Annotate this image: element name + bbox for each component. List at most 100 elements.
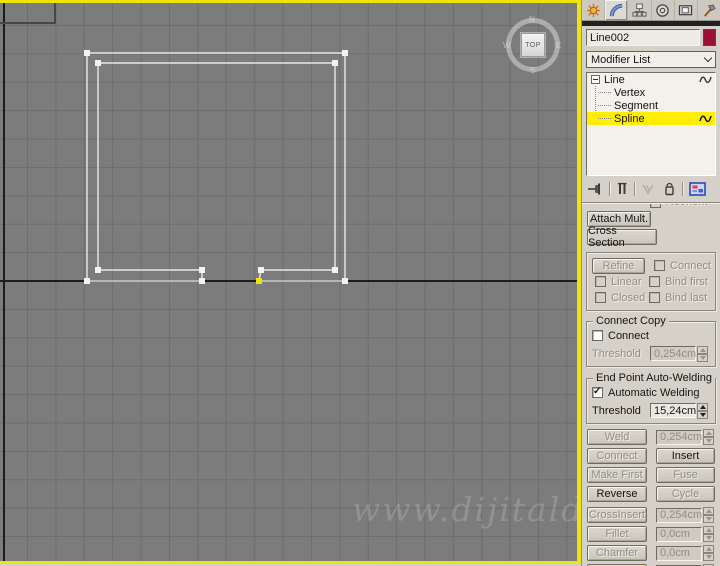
toolbar-separator: [634, 182, 635, 196]
geometry-rollout: Reorient Attach Mult. Cross Section Refi…: [582, 204, 720, 566]
tab-modify[interactable]: [604, 0, 628, 20]
stack-item-vertex[interactable]: Vertex: [587, 86, 715, 99]
vertex-marker[interactable]: [342, 50, 348, 56]
vertex-marker[interactable]: [95, 60, 101, 66]
vertex-marker[interactable]: [342, 278, 348, 284]
tree-stub: [598, 105, 611, 106]
spinner[interactable]: [703, 507, 714, 523]
end-point-auto-welding-group: End Point Auto-Welding Automatic Welding…: [586, 372, 716, 424]
refine-group: Refine Connect Linear Bind first Closed: [586, 252, 716, 311]
command-panel: Line002 Modifier List Line Vertex Segmen…: [581, 0, 720, 566]
stack-item-label: Spline: [614, 112, 645, 125]
tree-stub: [598, 92, 611, 93]
chamfer-button[interactable]: Chamfer: [587, 545, 647, 561]
connect-button[interactable]: Connect: [587, 448, 647, 464]
insert-button[interactable]: Insert: [656, 448, 715, 464]
fuse-button[interactable]: Fuse: [656, 467, 715, 483]
vertex-marker[interactable]: [199, 278, 205, 284]
spinner[interactable]: [703, 526, 714, 542]
cross-section-button[interactable]: Cross Section: [587, 225, 657, 249]
pin-stack-icon[interactable]: [587, 182, 603, 196]
bind-last-label: Bind last: [665, 291, 708, 304]
connect-threshold-field[interactable]: 0,254cm: [650, 346, 696, 361]
panel-divider-strip: [582, 21, 720, 26]
cross-insert-field[interactable]: 0,254cm: [656, 507, 702, 523]
reverse-button[interactable]: Reverse: [587, 486, 647, 502]
bind-first-checkbox[interactable]: [649, 276, 660, 287]
fillet-field[interactable]: 0,0cm: [656, 526, 702, 542]
automatic-welding-label: Automatic Welding: [608, 386, 700, 399]
reorient-checkbox[interactable]: [650, 204, 661, 208]
vertex-marker[interactable]: [84, 50, 90, 56]
create-icon: [586, 3, 600, 17]
connect-copy-checkbox[interactable]: [592, 330, 603, 341]
viewcube-east-label: E: [556, 41, 562, 50]
toolbar-separator: [682, 182, 683, 196]
stack-item-line[interactable]: Line: [587, 73, 715, 86]
viewcube-south-label: S: [530, 66, 536, 75]
stack-item-label: Segment: [614, 99, 659, 112]
weld-value-field[interactable]: 0,254cm: [656, 429, 702, 445]
fillet-button[interactable]: Fillet: [587, 526, 647, 542]
stack-item-spline-selected[interactable]: Spline: [587, 112, 715, 125]
first-vertex-marker[interactable]: [256, 278, 262, 284]
spline-object[interactable]: [0, 0, 581, 564]
vertex-marker[interactable]: [332, 60, 338, 66]
vertex-marker[interactable]: [84, 278, 90, 284]
viewcube[interactable]: N E S W TOP: [503, 15, 562, 75]
vertex-marker[interactable]: [332, 267, 338, 273]
threshold-label: Threshold: [592, 347, 641, 360]
linear-checkbox[interactable]: [595, 276, 606, 287]
cross-insert-button[interactable]: CrossInsert: [587, 507, 647, 523]
tree-stub: [598, 118, 611, 119]
weld-threshold-field[interactable]: 15,24cm: [650, 403, 696, 418]
collapse-icon[interactable]: [591, 75, 600, 84]
vertex-marker[interactable]: [258, 267, 264, 273]
connect-copy-title: Connect Copy: [593, 315, 669, 327]
object-color-swatch[interactable]: [703, 29, 716, 46]
viewcube-north-label: N: [529, 15, 535, 24]
object-name-input[interactable]: Line002: [586, 29, 700, 46]
bind-last-checkbox[interactable]: [649, 292, 660, 303]
modifier-stack[interactable]: Line Vertex Segment Spline: [586, 72, 716, 176]
viewcube-top-face[interactable]: TOP: [521, 33, 545, 57]
show-end-result-icon[interactable]: [616, 182, 628, 196]
tab-hierarchy[interactable]: [627, 0, 650, 20]
spinner[interactable]: [703, 545, 714, 561]
make-first-button[interactable]: Make First: [587, 467, 647, 483]
vertex-marker[interactable]: [95, 267, 101, 273]
bind-first-label: Bind first: [665, 275, 708, 288]
remove-modifier-icon[interactable]: [663, 182, 676, 196]
tab-create[interactable]: [582, 0, 604, 20]
modifier-list-label: Modifier List: [591, 53, 651, 66]
vertex-marker[interactable]: [199, 267, 205, 273]
tab-utilities[interactable]: [696, 0, 720, 20]
motion-icon: [656, 3, 669, 17]
spinner[interactable]: [697, 402, 708, 419]
active-viewport-border: [0, 0, 581, 3]
connect-copy-group: Connect Copy Connect Threshold 0,254cm: [586, 315, 716, 367]
spline-wave-icon: [699, 115, 712, 123]
closed-checkbox[interactable]: [595, 292, 606, 303]
display-icon: [679, 4, 693, 15]
toolbar-separator: [609, 182, 610, 196]
chamfer-field[interactable]: 0,0cm: [656, 545, 702, 561]
chevron-down-icon: [703, 53, 713, 63]
spinner[interactable]: [703, 429, 714, 445]
tab-motion[interactable]: [650, 0, 674, 20]
make-unique-icon[interactable]: [641, 182, 657, 196]
cycle-button[interactable]: Cycle: [656, 486, 715, 502]
weld-button[interactable]: Weld: [587, 429, 647, 445]
configure-modifier-sets-icon[interactable]: [689, 182, 706, 196]
connect-checkbox[interactable]: [654, 260, 666, 271]
modifier-list-dropdown[interactable]: Modifier List: [586, 51, 716, 68]
refine-button[interactable]: Refine: [592, 257, 646, 274]
spline-wave-icon: [699, 76, 712, 84]
viewport-top[interactable]: www.dijitalde N E S W TOP: [0, 0, 581, 564]
automatic-welding-checkbox[interactable]: [592, 386, 603, 398]
spinner[interactable]: [697, 345, 708, 362]
watermark-text: www.dijitalde: [352, 490, 581, 529]
threshold-label: Threshold: [592, 404, 641, 417]
closed-label: Closed: [611, 291, 646, 304]
tab-display[interactable]: [673, 0, 697, 20]
